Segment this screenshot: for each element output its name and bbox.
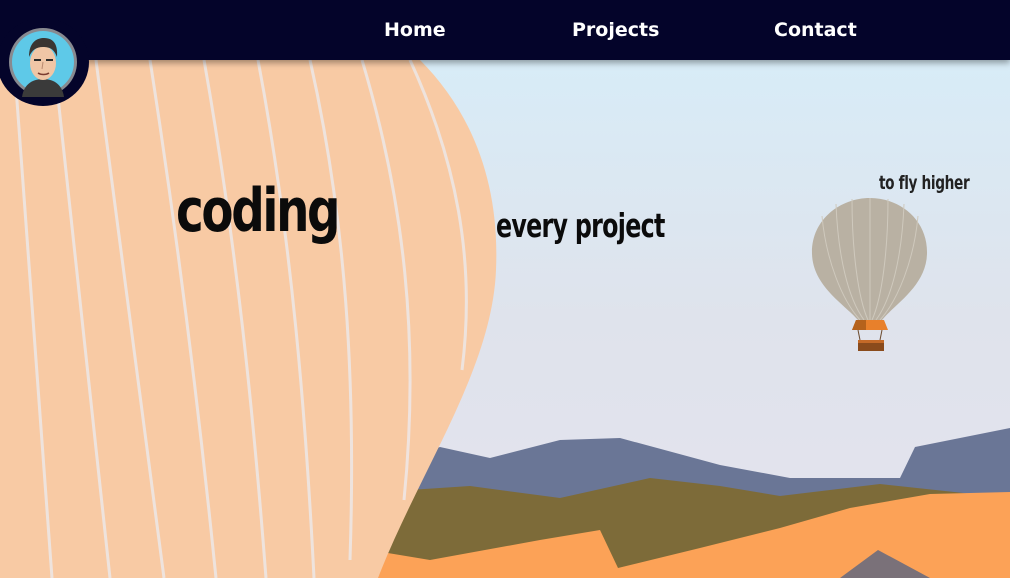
- nav-link-home[interactable]: Home: [384, 17, 446, 43]
- nav-link-contact[interactable]: Contact: [774, 17, 857, 43]
- hero-word-every-project: every project: [496, 206, 665, 245]
- landscape-scene: [0, 0, 1010, 578]
- hero-word-coding: coding: [176, 176, 341, 246]
- profile-avatar-icon: [9, 28, 77, 97]
- top-navbar: Home Projects Contact: [0, 0, 1010, 60]
- hero-word-to-fly-higher: to fly higher: [879, 172, 970, 194]
- nav-link-projects[interactable]: Projects: [572, 17, 659, 43]
- avatar[interactable]: [0, 18, 89, 106]
